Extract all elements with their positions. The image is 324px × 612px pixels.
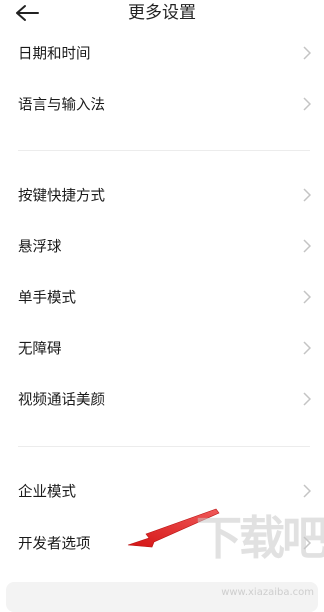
settings-item-developer-options[interactable]: 开发者选项 bbox=[0, 520, 324, 566]
settings-item-one-hand-mode[interactable]: 单手模式 bbox=[0, 274, 324, 320]
chevron-right-icon bbox=[303, 392, 311, 406]
settings-item-accessibility[interactable]: 无障碍 bbox=[0, 325, 324, 371]
chevron-right-icon bbox=[303, 46, 311, 60]
settings-item-label: 无障碍 bbox=[18, 341, 62, 358]
chevron-right-icon bbox=[303, 341, 311, 355]
settings-item-floating-ball[interactable]: 悬浮球 bbox=[0, 223, 324, 269]
settings-item-label: 日期和时间 bbox=[18, 46, 91, 63]
chevron-right-icon bbox=[303, 536, 311, 550]
chevron-right-icon bbox=[303, 484, 311, 498]
settings-item-enterprise-mode[interactable]: 企业模式 bbox=[0, 468, 324, 514]
settings-item-key-shortcuts[interactable]: 按键快捷方式 bbox=[0, 172, 324, 218]
chevron-right-icon bbox=[303, 188, 311, 202]
settings-item-label: 开发者选项 bbox=[18, 536, 91, 553]
page-title: 更多设置 bbox=[128, 3, 196, 23]
settings-item-label: 悬浮球 bbox=[18, 239, 62, 256]
section-divider bbox=[18, 150, 310, 151]
settings-item-label: 视频通话美颜 bbox=[18, 392, 105, 409]
section-divider bbox=[18, 446, 310, 447]
settings-item-label: 企业模式 bbox=[18, 484, 76, 501]
settings-item-language-input[interactable]: 语言与输入法 bbox=[0, 81, 324, 127]
chevron-right-icon bbox=[303, 290, 311, 304]
bottom-card bbox=[6, 582, 318, 612]
chevron-right-icon bbox=[303, 97, 311, 111]
settings-item-date-time[interactable]: 日期和时间 bbox=[0, 30, 324, 76]
settings-item-label: 按键快捷方式 bbox=[18, 188, 105, 205]
settings-item-label: 单手模式 bbox=[18, 290, 76, 307]
settings-item-label: 语言与输入法 bbox=[18, 97, 105, 114]
header-bar: 更多设置 bbox=[0, 0, 324, 30]
settings-item-video-call-beauty[interactable]: 视频通话美颜 bbox=[0, 376, 324, 422]
chevron-right-icon bbox=[303, 239, 311, 253]
